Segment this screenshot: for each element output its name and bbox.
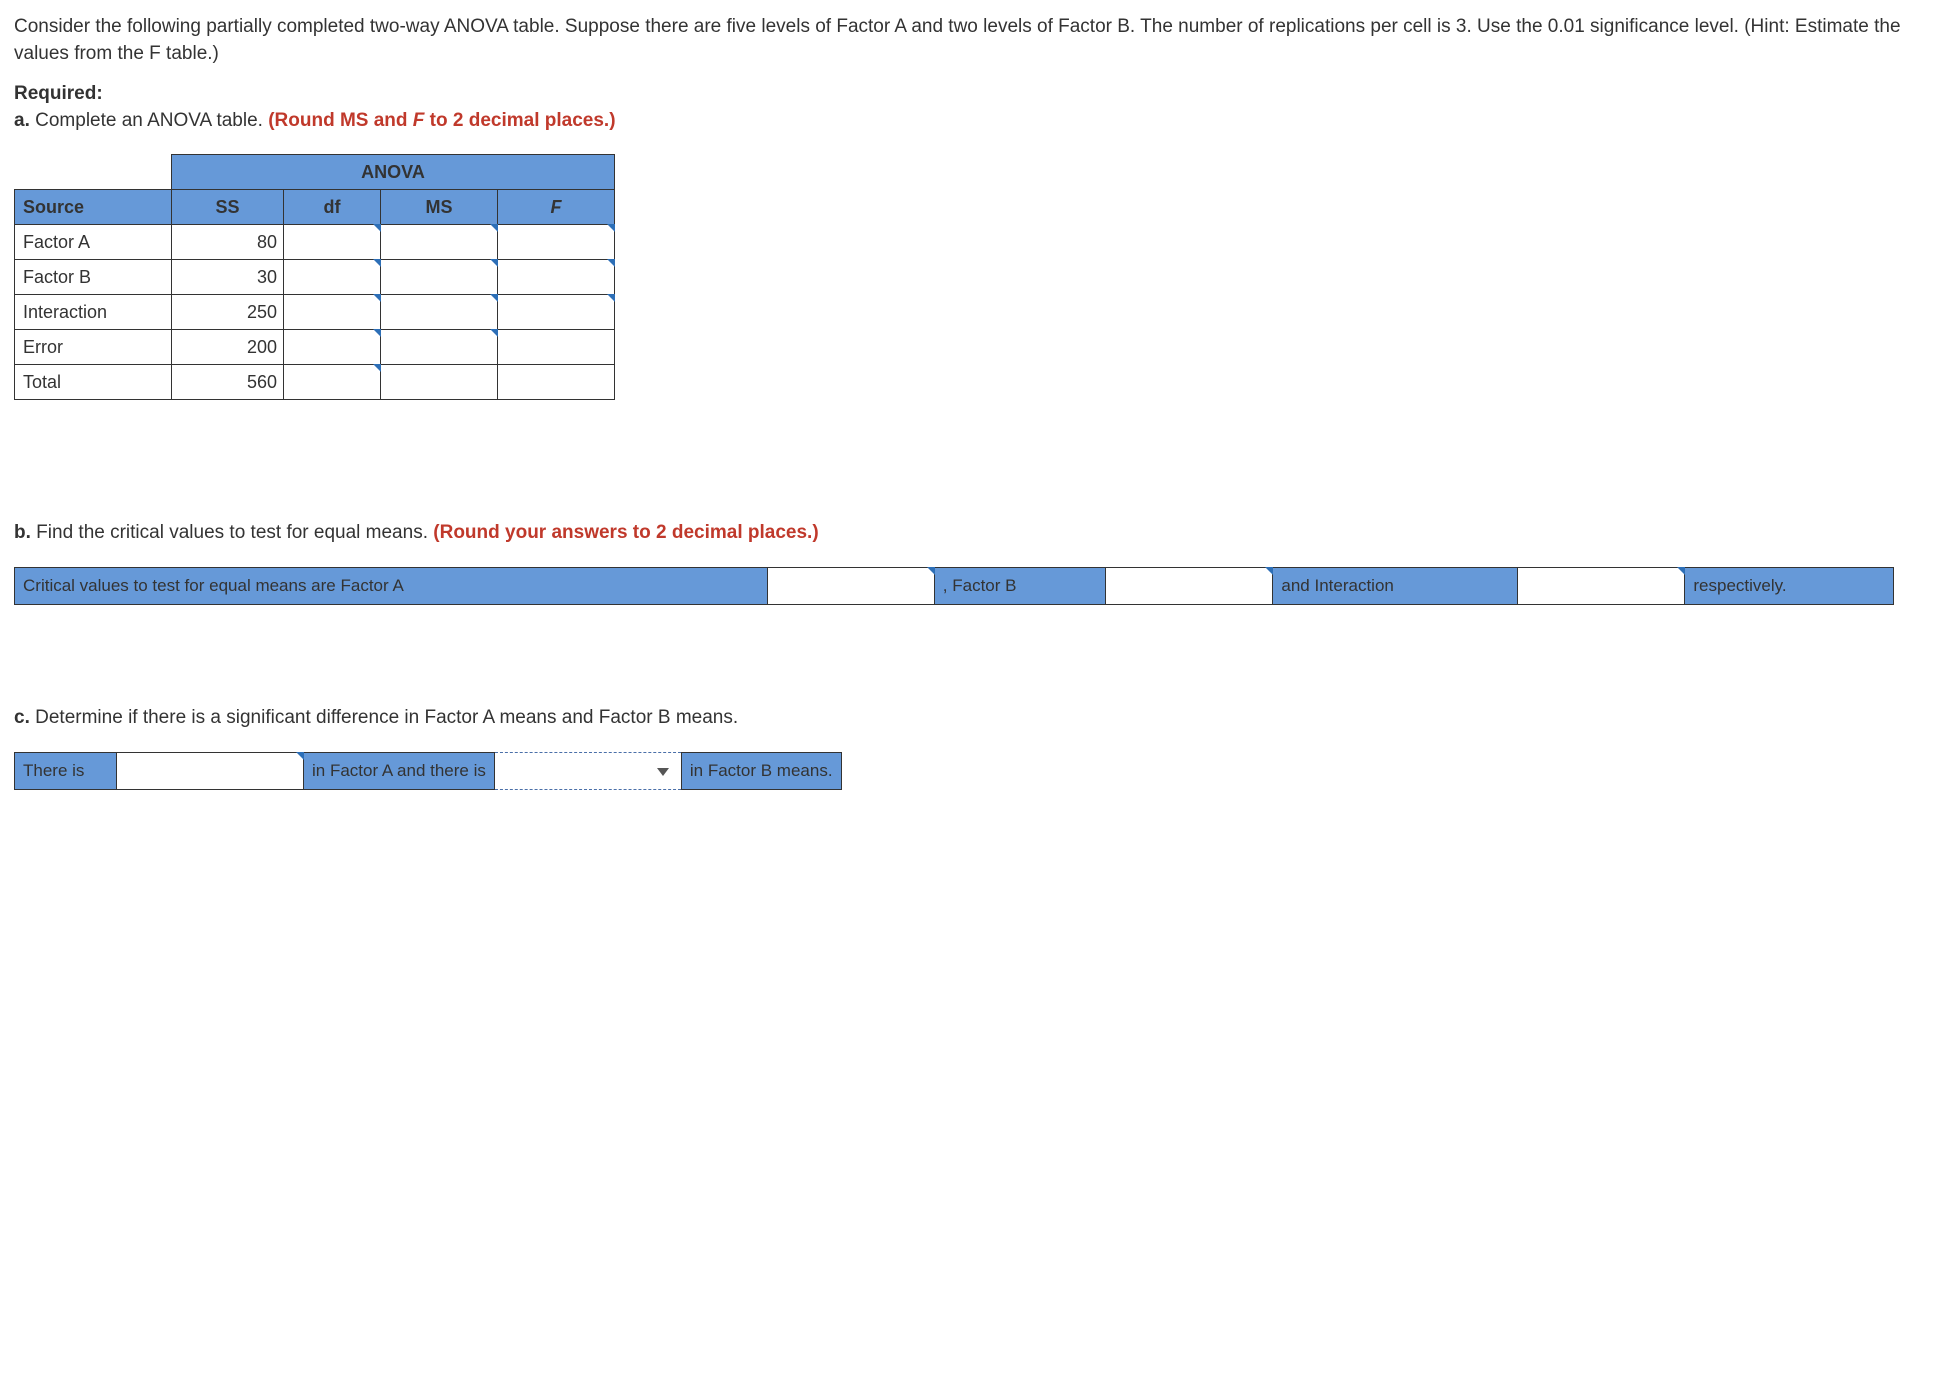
problem-statement: Consider the following partially complet… — [14, 14, 1924, 67]
table-row: Interaction 250 — [15, 295, 615, 330]
required-label: Required: — [14, 81, 1924, 108]
part-c-text: Determine if there is a significant diff… — [35, 707, 738, 728]
b-input-b[interactable] — [1106, 567, 1273, 604]
part-b-sentence: Critical values to test for equal means … — [14, 567, 1894, 605]
c-seg1: There is — [15, 752, 117, 789]
part-c-row: c. Determine if there is a significant d… — [14, 705, 1924, 732]
c-seg2: in Factor A and there is — [304, 752, 495, 789]
table-row: Total 560 — [15, 365, 615, 400]
f-input-b[interactable] — [498, 260, 615, 295]
part-b-text: Find the critical values to test for equ… — [36, 522, 428, 543]
part-c-label: c. — [14, 707, 30, 728]
anova-table: ANOVA Source SS df MS F Factor A 80 Fact… — [14, 154, 615, 400]
df-input-err[interactable] — [284, 330, 381, 365]
part-a-row: a. Complete an ANOVA table. (Round MS an… — [14, 108, 1924, 135]
df-input-total[interactable] — [284, 365, 381, 400]
c-input-a[interactable] — [117, 752, 304, 789]
table-row: Error 200 — [15, 330, 615, 365]
chevron-down-icon — [657, 768, 669, 776]
part-a-label: a. — [14, 110, 30, 131]
ms-input-int[interactable] — [381, 295, 498, 330]
b-seg2: , Factor B — [934, 567, 1106, 604]
c-seg3: in Factor B means. — [681, 752, 841, 789]
anova-title: ANOVA — [172, 155, 615, 190]
part-b-row: b. Find the critical values to test for … — [14, 520, 1924, 547]
df-input-int[interactable] — [284, 295, 381, 330]
f-input-a[interactable] — [498, 225, 615, 260]
b-input-int[interactable] — [1518, 567, 1685, 604]
part-a-hint: (Round MS and F to 2 decimal places.) — [268, 110, 615, 131]
df-input-b[interactable] — [284, 260, 381, 295]
table-row: Factor A 80 — [15, 225, 615, 260]
col-source: Source — [15, 190, 172, 225]
df-input-a[interactable] — [284, 225, 381, 260]
table-row: Factor B 30 — [15, 260, 615, 295]
part-c-sentence: There is in Factor A and there is in Fac… — [14, 752, 842, 790]
ms-input-a[interactable] — [381, 225, 498, 260]
b-seg4: respectively. — [1685, 567, 1894, 604]
part-b-hint: (Round your answers to 2 decimal places.… — [433, 522, 818, 543]
col-ss: SS — [172, 190, 284, 225]
part-a-text: Complete an ANOVA table. — [35, 110, 263, 131]
col-ms: MS — [381, 190, 498, 225]
ms-input-err[interactable] — [381, 330, 498, 365]
b-seg3: and Interaction — [1273, 567, 1518, 604]
part-b-label: b. — [14, 522, 31, 543]
ms-input-b[interactable] — [381, 260, 498, 295]
col-df: df — [284, 190, 381, 225]
c-dropdown-b[interactable] — [494, 752, 681, 789]
col-f: F — [498, 190, 615, 225]
b-input-a[interactable] — [767, 567, 934, 604]
b-seg1: Critical values to test for equal means … — [15, 567, 768, 604]
f-input-int[interactable] — [498, 295, 615, 330]
